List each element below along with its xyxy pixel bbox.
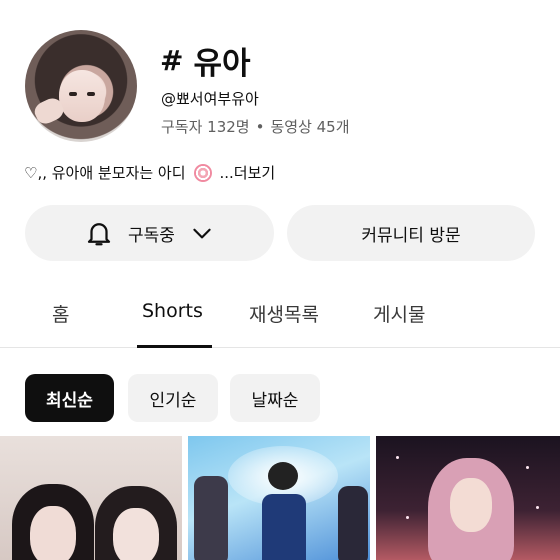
- subscriber-count: 구독자 132명: [161, 118, 250, 136]
- tab-shorts[interactable]: Shorts: [142, 300, 203, 322]
- stats-separator: •: [255, 118, 265, 136]
- thumb-sparkle: [526, 466, 529, 469]
- channel-avatar[interactable]: [25, 30, 137, 142]
- thumb-sparkle: [536, 506, 539, 509]
- channel-title: # 유아: [160, 38, 251, 83]
- shorts-thumbnail[interactable]: [188, 436, 370, 560]
- avatar-face: [59, 70, 105, 122]
- subscribed-label: 구독중: [128, 225, 175, 246]
- thumb-face: [450, 478, 492, 532]
- shorts-thumbnail[interactable]: [376, 436, 560, 560]
- thumb-face: [30, 506, 76, 560]
- sort-chip-popular[interactable]: 인기순: [128, 374, 218, 422]
- description-text: ♡,, 유아애 분모자는 아디: [24, 164, 186, 182]
- thumb-face: [113, 508, 159, 560]
- hash-icon: #: [160, 44, 184, 77]
- community-button[interactable]: 커뮤니티 방문: [287, 205, 535, 261]
- channel-description[interactable]: ♡,, 유아애 분모자는 아디 ...더보기: [24, 162, 275, 183]
- channel-name: 유아: [193, 46, 251, 82]
- candy-icon: [193, 163, 212, 182]
- thumb-sparkle: [396, 456, 399, 459]
- channel-stats: 구독자 132명 • 동영상 45개: [161, 116, 350, 137]
- sort-chip-date[interactable]: 날짜순: [230, 374, 320, 422]
- tab-playlists[interactable]: 재생목록: [249, 300, 319, 327]
- tab-posts[interactable]: 게시물: [373, 300, 425, 327]
- sort-chip-latest[interactable]: 최신순: [25, 374, 114, 422]
- tab-home[interactable]: 홈: [52, 300, 69, 327]
- subscribed-button[interactable]: 구독중: [25, 205, 274, 261]
- video-count: 동영상 45개: [270, 118, 350, 136]
- avatar-eye: [69, 92, 77, 96]
- active-tab-indicator: [137, 345, 212, 348]
- shorts-thumbnail[interactable]: [0, 436, 182, 560]
- channel-handle: @뾰서여부유아: [161, 90, 259, 108]
- avatar-eye: [87, 92, 95, 96]
- thumb-figure: [262, 494, 306, 560]
- chevron-down-icon: [189, 220, 215, 246]
- thumb-sparkle: [406, 516, 409, 519]
- channel-tabs: 홈 Shorts 재생목록 게시물: [0, 282, 560, 348]
- thumb-figure: [194, 476, 228, 560]
- more-link[interactable]: ...더보기: [220, 162, 276, 183]
- thumb-figure: [338, 486, 368, 560]
- thumb-head: [268, 462, 298, 490]
- bell-icon: [84, 218, 114, 248]
- community-label: 커뮤니티 방문: [361, 225, 461, 246]
